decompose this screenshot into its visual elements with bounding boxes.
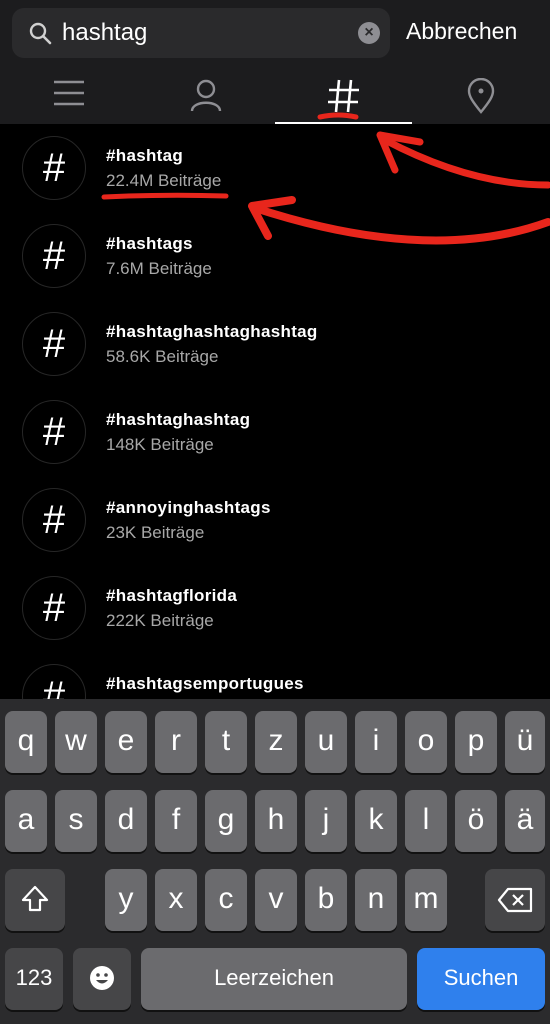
key-r[interactable]: r	[155, 711, 197, 773]
search-key[interactable]: Suchen	[417, 948, 545, 1010]
numbers-key[interactable]: 123	[5, 948, 63, 1010]
location-pin-icon	[467, 78, 494, 114]
key-i[interactable]: i	[355, 711, 397, 773]
backspace-icon	[497, 887, 533, 913]
hashtag-avatar-icon: #	[22, 488, 86, 552]
tab-accounts[interactable]	[137, 66, 274, 124]
key-t[interactable]: t	[205, 711, 247, 773]
list-item[interactable]: # #hashtaghashtag 148K Beiträge	[0, 388, 550, 476]
search-header: × Abbrechen	[0, 0, 550, 66]
emoji-key[interactable]	[73, 948, 131, 1010]
key-n[interactable]: n	[355, 869, 397, 931]
tab-places[interactable]	[412, 66, 549, 124]
hashtag-name: #hashtags	[106, 234, 193, 253]
space-key[interactable]: Leerzeichen	[141, 948, 407, 1010]
hashtag-avatar-icon: #	[22, 400, 86, 464]
key-z[interactable]: z	[255, 711, 297, 773]
search-icon	[29, 22, 52, 45]
post-count: 148K Beiträge	[106, 435, 214, 454]
clear-search-icon[interactable]: ×	[358, 22, 380, 44]
hashtag-name: #hashtaghashtaghashtag	[106, 322, 318, 341]
key-w[interactable]: w	[55, 711, 97, 773]
key-g[interactable]: g	[205, 790, 247, 852]
key-l[interactable]: l	[405, 790, 447, 852]
hashtag-results-list: # #hashtag 22.4M Beiträge # #hashtags 7.…	[0, 124, 550, 699]
key-u[interactable]: u	[305, 711, 347, 773]
person-icon	[190, 79, 221, 112]
list-item[interactable]: # #hashtagflorida 222K Beiträge	[0, 564, 550, 652]
emoji-icon	[90, 966, 114, 990]
search-field[interactable]: ×	[12, 8, 390, 58]
backspace-key[interactable]	[485, 869, 545, 931]
on-screen-keyboard: q w e r t z u i o p ü a s d f g h j k l …	[0, 699, 550, 1024]
hashtag-avatar-icon: #	[22, 136, 86, 200]
key-oe[interactable]: ö	[455, 790, 497, 852]
hashtag-name: #annoyinghashtags	[106, 498, 271, 517]
list-item[interactable]: # #hashtag 22.4M Beiträge	[0, 124, 550, 212]
hashtag-avatar-icon: #	[22, 224, 86, 288]
hashtag-icon	[327, 79, 359, 113]
hashtag-avatar-icon: #	[22, 312, 86, 376]
shift-icon	[21, 885, 49, 912]
key-p[interactable]: p	[455, 711, 497, 773]
post-count: 58.6K Beiträge	[106, 347, 219, 366]
post-count: 23K Beiträge	[106, 523, 205, 542]
key-d[interactable]: d	[105, 790, 147, 852]
hashtag-name: #hashtag	[106, 146, 184, 165]
search-input[interactable]	[62, 17, 352, 49]
key-h[interactable]: h	[255, 790, 297, 852]
key-e[interactable]: e	[105, 711, 147, 773]
search-tabs	[0, 66, 550, 124]
post-count: 22.4M Beiträge	[106, 171, 222, 190]
key-o[interactable]: o	[405, 711, 447, 773]
list-item[interactable]: # #hashtaghashtaghashtag 58.6K Beiträge	[0, 300, 550, 388]
list-item[interactable]: # #annoyinghashtags 23K Beiträge	[0, 476, 550, 564]
hashtag-name: #hashtagsemportugues	[106, 674, 304, 693]
shift-key[interactable]	[5, 869, 65, 931]
hashtag-avatar-icon: #	[22, 664, 86, 699]
key-ae[interactable]: ä	[505, 790, 545, 852]
list-item[interactable]: # #hashtagsemportugues	[0, 652, 550, 699]
key-k[interactable]: k	[355, 790, 397, 852]
tab-top[interactable]	[0, 66, 137, 124]
post-count: 222K Beiträge	[106, 611, 214, 630]
hashtag-name: #hashtaghashtag	[106, 410, 251, 429]
cancel-button[interactable]: Abbrechen	[406, 18, 517, 45]
tab-tags[interactable]	[275, 66, 412, 124]
hashtag-name: #hashtagflorida	[106, 586, 238, 605]
key-y[interactable]: y	[105, 869, 147, 931]
key-j[interactable]: j	[305, 790, 347, 852]
key-ue[interactable]: ü	[505, 711, 545, 773]
post-count: 7.6M Beiträge	[106, 259, 212, 278]
list-item[interactable]: # #hashtags 7.6M Beiträge	[0, 212, 550, 300]
hashtag-avatar-icon: #	[22, 576, 86, 640]
key-v[interactable]: v	[255, 869, 297, 931]
key-x[interactable]: x	[155, 869, 197, 931]
key-q[interactable]: q	[5, 711, 47, 773]
key-s[interactable]: s	[55, 790, 97, 852]
key-f[interactable]: f	[155, 790, 197, 852]
key-b[interactable]: b	[305, 869, 347, 931]
menu-icon	[53, 80, 84, 106]
key-a[interactable]: a	[5, 790, 47, 852]
key-m[interactable]: m	[405, 869, 447, 931]
key-c[interactable]: c	[205, 869, 247, 931]
